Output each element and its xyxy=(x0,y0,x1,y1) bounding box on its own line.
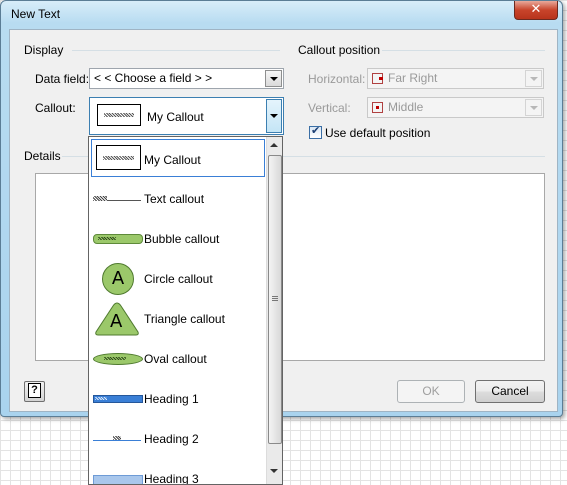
scroll-up-icon[interactable] xyxy=(270,143,278,147)
callout-dropdown-list[interactable]: My Callout Text callout Bubble callout A… xyxy=(88,136,283,485)
triangle-glyph: A xyxy=(110,311,123,332)
callout-value: My Callout xyxy=(147,110,204,124)
heading-3-swatch-icon xyxy=(93,475,143,484)
horizontal-dropdown-button[interactable] xyxy=(525,70,542,87)
callout-position-divider xyxy=(382,50,545,51)
list-item-oval-callout[interactable]: Oval callout xyxy=(89,339,265,379)
list-item-label: Circle callout xyxy=(144,272,213,286)
list-item-label: Text callout xyxy=(144,192,205,206)
list-item-label: Triangle callout xyxy=(144,312,225,326)
window-title: New Text xyxy=(11,7,61,21)
list-item-label: Bubble callout xyxy=(144,232,220,246)
list-item-label: Oval callout xyxy=(144,352,207,366)
far-right-position-icon xyxy=(372,73,383,84)
list-item-text-callout[interactable]: Text callout xyxy=(89,179,265,219)
chevron-down-icon xyxy=(270,77,278,81)
heading-1-swatch-icon xyxy=(93,395,143,403)
vertical-dropdown-button[interactable] xyxy=(525,99,542,116)
dropdown-scrollbar[interactable] xyxy=(266,137,282,484)
list-item-my-callout[interactable]: My Callout xyxy=(91,139,265,177)
my-callout-swatch-icon xyxy=(97,104,141,126)
details-section-label: Details xyxy=(24,149,61,163)
help-button[interactable]: ? xyxy=(24,381,45,402)
ok-button[interactable]: OK xyxy=(397,380,465,403)
close-button[interactable]: ✕ xyxy=(514,1,558,20)
vertical-label: Vertical: xyxy=(308,101,351,115)
data-field-label: Data field: xyxy=(35,72,90,86)
display-section-label: Display xyxy=(24,43,64,57)
list-item-circle-callout[interactable]: A Circle callout xyxy=(89,259,265,299)
callout-label: Callout: xyxy=(35,101,76,115)
bubble-callout-swatch-icon xyxy=(93,234,143,244)
cancel-button[interactable]: Cancel xyxy=(475,380,545,403)
list-item-bubble-callout[interactable]: Bubble callout xyxy=(89,219,265,259)
callout-select[interactable]: My Callout xyxy=(89,97,284,135)
horizontal-select[interactable]: Far Right xyxy=(367,68,544,89)
list-item-label: Heading 3 xyxy=(144,472,199,485)
data-field-select[interactable]: < < Choose a field > > xyxy=(89,68,284,89)
scroll-thumb[interactable] xyxy=(268,155,282,444)
callout-dropdown-button[interactable] xyxy=(266,99,282,133)
text-callout-swatch-icon xyxy=(93,196,107,201)
chevron-down-icon xyxy=(530,106,538,110)
chevron-down-icon xyxy=(270,114,278,118)
display-divider xyxy=(72,50,280,51)
list-item-heading-2[interactable]: Heading 2 xyxy=(89,419,265,459)
callout-position-section-label: Callout position xyxy=(298,43,381,57)
vertical-select[interactable]: Middle xyxy=(367,97,544,118)
data-field-value: < < Choose a field > > xyxy=(94,71,213,85)
circle-callout-swatch-icon: A xyxy=(102,263,134,295)
help-icon: ? xyxy=(28,383,41,398)
list-item-triangle-callout[interactable]: A Triangle callout xyxy=(89,299,265,339)
oval-callout-swatch-icon xyxy=(93,353,143,365)
vertical-value: Middle xyxy=(388,100,424,114)
list-item-label: Heading 2 xyxy=(144,432,199,446)
heading-2-swatch-icon xyxy=(93,440,141,441)
horizontal-label: Horizontal: xyxy=(308,72,366,86)
list-item-heading-1[interactable]: Heading 1 xyxy=(89,379,265,419)
checkmark-icon: ✔ xyxy=(311,124,321,137)
scroll-down-icon[interactable] xyxy=(270,469,278,473)
chevron-down-icon xyxy=(530,77,538,81)
use-default-position-checkbox[interactable]: ✔ xyxy=(309,124,322,139)
horizontal-value: Far Right xyxy=(388,71,438,85)
use-default-position-label: Use default position xyxy=(325,126,431,140)
list-item-label: My Callout xyxy=(144,153,201,167)
middle-position-icon xyxy=(372,102,383,113)
data-field-dropdown-button[interactable] xyxy=(265,70,282,87)
my-callout-swatch-icon xyxy=(96,145,141,170)
list-item-label: Heading 1 xyxy=(144,392,199,406)
list-item-heading-3[interactable]: Heading 3 xyxy=(89,459,265,485)
